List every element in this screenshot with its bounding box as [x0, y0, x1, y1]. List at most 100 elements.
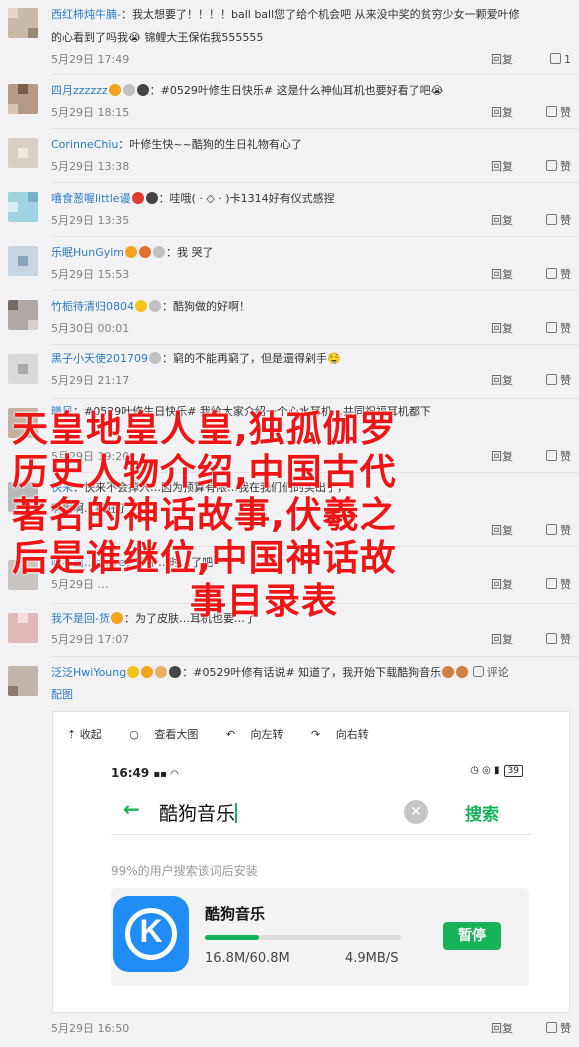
rotate-left-button[interactable]: ↶ 向左转	[226, 728, 296, 741]
like-button[interactable]: 赞	[546, 373, 571, 389]
comment-username[interactable]: CorinneChiu	[51, 138, 118, 151]
comment-review-link[interactable]: 评论	[487, 666, 509, 679]
pause-button[interactable]: 暂停	[443, 922, 501, 950]
avatar[interactable]	[8, 300, 38, 330]
overlay-title-line: 事目录表	[190, 581, 339, 622]
download-progress-bar	[205, 935, 401, 940]
like-button[interactable]: 赞	[546, 1021, 571, 1037]
reply-button[interactable]: 回复	[491, 321, 513, 337]
comment-username[interactable]: 泛泛HwiYoung	[51, 666, 126, 679]
clear-icon[interactable]: ✕	[404, 800, 428, 824]
back-arrow-icon[interactable]: ←	[123, 797, 140, 821]
overlay-title: 天皇地皇人皇,独孤伽罗 历史人物介绍,中国古代 著名的神话故事,伏羲之 后是谁继…	[12, 408, 572, 623]
avatar[interactable]	[8, 354, 38, 384]
comment-username[interactable]: 四月zzzzzz	[51, 84, 108, 97]
kugou-logo-icon: K	[113, 896, 189, 972]
like-label: 赞	[560, 633, 571, 646]
rotate-right-button[interactable]: ↷ 向右转	[311, 728, 381, 741]
overlay-title-line: 天皇地皇人皇,独孤伽罗	[12, 409, 397, 450]
like-button[interactable]: 赞	[546, 105, 571, 121]
avatar[interactable]	[8, 246, 38, 276]
comment-text: ：酷狗做的好啊！	[162, 300, 250, 313]
collapse-button[interactable]: ⇡ 收起	[67, 728, 114, 741]
monkey-emoji-icon	[442, 666, 455, 678]
like-button[interactable]: 赞	[546, 213, 571, 229]
like-button[interactable]: 赞	[546, 159, 571, 175]
like-count: 1	[564, 53, 571, 66]
like-button[interactable]: 赞	[546, 267, 571, 283]
vip-badge-icon	[141, 666, 154, 678]
comment-text: ：叶修生快~~酷狗的生日礼物有心了	[118, 138, 302, 151]
panda-icon	[145, 192, 158, 204]
medal-icon	[122, 84, 135, 96]
divider	[51, 128, 579, 129]
view-large-button[interactable]: ○ 查看大图	[129, 728, 210, 741]
medal-icon	[149, 300, 161, 312]
thumb-up-icon	[546, 633, 557, 644]
comment-meta: 5月29日 16:50 回复 赞	[51, 1021, 571, 1037]
avatar[interactable]	[8, 138, 38, 168]
alarm-icon: ◷	[470, 765, 479, 776]
avatar[interactable]	[8, 8, 38, 38]
comment-image[interactable]: ⇡ 收起 ○ 查看大图 ↶ 向左转 ↷ 向右转 16:49 ▪▪ ◠ ◷ ◎ ▮…	[52, 711, 570, 1013]
comment-time: 5月29日 13:35	[51, 214, 130, 227]
sunglasses-emoji-icon	[155, 666, 168, 678]
phone-clock: 16:49 ▪▪ ◠	[111, 766, 179, 780]
comment-time: 5月29日 17:49	[51, 53, 130, 66]
search-input[interactable]: 酷狗音乐	[159, 799, 238, 826]
reply-button[interactable]: 回复	[491, 105, 513, 121]
verified-v-icon	[127, 666, 140, 678]
avatar[interactable]	[8, 192, 38, 222]
avatar[interactable]	[8, 84, 38, 114]
like-label: 赞	[560, 322, 571, 335]
comment-username[interactable]: 乐眠HunGylm	[51, 246, 124, 259]
comment-time: 5月29日 13:38	[51, 160, 130, 173]
rotate-left-label: 向左转	[250, 728, 284, 741]
star-icon	[131, 192, 144, 204]
battery-icon: 39	[503, 765, 523, 777]
comment-text: ：我 哭了	[166, 246, 214, 259]
monkey-emoji-icon	[456, 666, 469, 678]
reply-button[interactable]: 回复	[491, 1021, 513, 1037]
like-label: 赞	[560, 106, 571, 119]
avatar[interactable]	[8, 666, 38, 696]
comment-username[interactable]: 嘻食葱喔little谩	[51, 192, 131, 205]
verified-v-icon	[135, 300, 147, 312]
view-large-label: 查看大图	[154, 728, 199, 741]
search-button[interactable]: 搜索	[465, 800, 499, 825]
reply-button[interactable]: 回复	[491, 213, 513, 229]
vip-badge-icon	[125, 246, 138, 258]
overlay-title-line: 后是谁继位,中国神话故	[12, 538, 397, 579]
like-button[interactable]: 赞	[546, 321, 571, 337]
fan-badge-icon	[139, 246, 152, 258]
reply-button[interactable]: 回复	[491, 52, 513, 68]
comment-username[interactable]: 黑子小天使201709	[51, 352, 148, 365]
signal-bars-icon: ▮	[494, 765, 500, 776]
phone-status-icons: ◷ ◎ ▮ 39	[470, 765, 523, 777]
rotate-left-icon: ↶	[225, 728, 236, 741]
comment-time: 5月29日 18:15	[51, 106, 130, 119]
like-button[interactable]: 赞	[546, 632, 571, 648]
comment-username[interactable]: 竹栀待清归0804	[51, 300, 134, 313]
like-button[interactable]: 1	[550, 52, 571, 68]
download-card: K 酷狗音乐 16.8M/60.8M 4.9MB/S 暂停	[111, 888, 529, 986]
comment-text: ：我太想要了！！！！ball ball您了给个机会吧 从来没中奖的贫穷少女一颗爱…	[120, 8, 520, 21]
reply-button[interactable]: 回复	[491, 159, 513, 175]
comment-time: 5月29日 15:53	[51, 268, 130, 281]
wifi-icon: ◎	[482, 765, 491, 776]
reply-button[interactable]: 回复	[491, 373, 513, 389]
comment-text: ：#0529叶修生日快乐# 这是什么神仙耳机也要好看了吧😭	[149, 84, 444, 97]
reply-button[interactable]: 回复	[491, 267, 513, 283]
battery-level: 39	[507, 766, 519, 776]
divider	[111, 834, 531, 835]
text-caret	[235, 803, 238, 823]
comment-text: ：窮的不能再窮了，但是還得剁手🤤	[162, 352, 341, 365]
comment-time: 5月29日 17:07	[51, 633, 130, 646]
like-label: 赞	[560, 214, 571, 227]
comment-username[interactable]: 西红柿炖牛腩-	[51, 8, 121, 21]
logo-letter: K	[139, 913, 163, 949]
medal-icon	[149, 352, 161, 364]
reply-button[interactable]: 回复	[491, 632, 513, 648]
thumb-up-icon	[546, 106, 557, 117]
like-label: 赞	[560, 374, 571, 387]
